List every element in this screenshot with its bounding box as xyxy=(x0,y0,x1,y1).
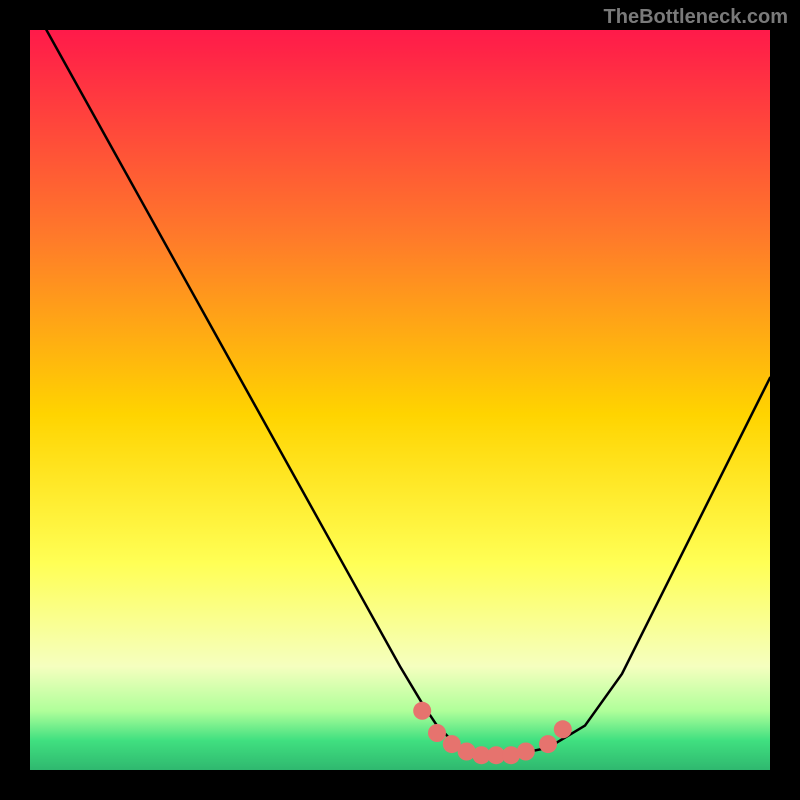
marker-dot xyxy=(428,724,446,742)
marker-dot xyxy=(554,720,572,738)
marker-dot xyxy=(413,702,431,720)
marker-dot xyxy=(517,743,535,761)
plot-area xyxy=(30,30,770,770)
gradient-background xyxy=(30,30,770,770)
marker-dot xyxy=(539,735,557,753)
watermark-label: TheBottleneck.com xyxy=(604,6,788,29)
bottleneck-chart xyxy=(30,30,770,770)
chart-frame: TheBottleneck.com xyxy=(0,0,800,800)
